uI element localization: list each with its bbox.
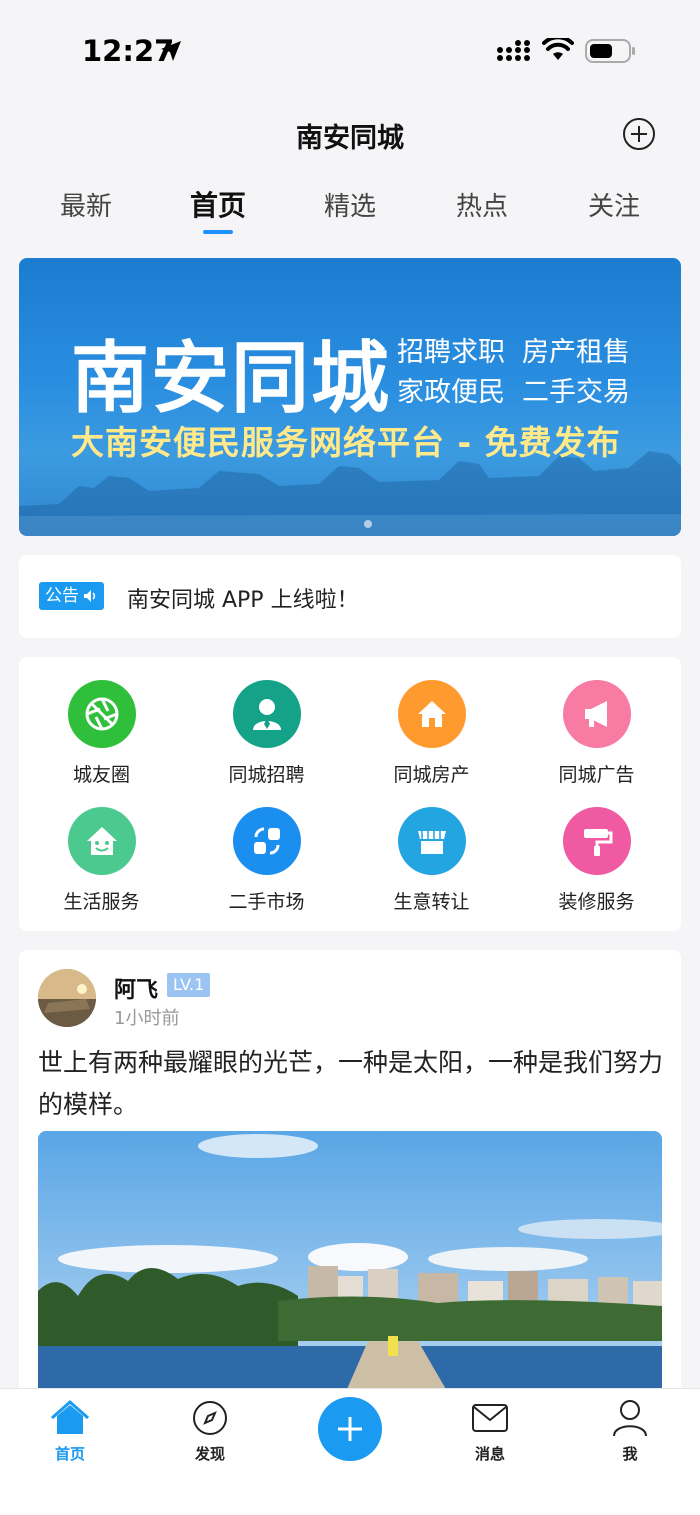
bottom-navigation: 首页 发现 消息 我 [0,1388,700,1515]
nav-profile[interactable]: 我 [590,1399,670,1464]
feed-post[interactable]: 阿飞 LV.1 1小时前 世上有两种最耀眼的光芒，一种是太阳，一种是我们努力的模… [19,950,681,1410]
exchange-icon [232,807,301,875]
post-author-name[interactable]: 阿飞 [114,972,158,1004]
grid-item-business-transfer[interactable]: 生意转让 [349,807,514,914]
nav-home[interactable]: 首页 [30,1399,110,1464]
tab-following[interactable]: 关注 [559,186,669,223]
nav-label: 消息 [474,1445,505,1463]
tab-hot[interactable]: 热点 [427,186,537,223]
user-icon [590,1399,670,1437]
grid-label: 二手市场 [228,891,305,913]
banner-tag: 二手交易 [522,377,630,408]
grid-label: 同城广告 [558,764,635,786]
grid-item-second-hand[interactable]: 二手市场 [184,807,349,914]
announcement-badge-label: 公告 [45,586,79,606]
tab-latest[interactable]: 最新 [31,186,141,223]
announcement-bar[interactable]: 公告 南安同城 APP 上线啦！ [19,555,681,638]
page-title: 南安同城 [296,123,404,154]
post-timestamp: 1小时前 [114,1008,180,1029]
grid-label: 同城招聘 [228,764,305,786]
mail-icon [450,1399,530,1437]
banner-tag: 房产租售 [522,337,630,368]
avatar[interactable] [38,969,96,1027]
add-circle-icon[interactable] [622,117,656,151]
grid-label: 装修服务 [558,891,635,913]
speaker-icon [84,590,96,602]
compass-icon [170,1399,250,1437]
grid-item-jobs[interactable]: 同城招聘 [184,680,349,787]
tab-featured[interactable]: 精选 [295,186,405,223]
grid-item-renovation[interactable]: 装修服务 [514,807,679,914]
announcement-text: 南安同城 APP 上线啦！ [127,588,359,613]
location-arrow-icon [161,41,181,61]
carousel-indicator [364,520,372,528]
wifi-icon [542,38,574,60]
publish-button[interactable] [318,1397,382,1461]
announcement-badge: 公告 [39,582,104,610]
aperture-icon [67,680,136,748]
cellular-signal-icon [497,40,530,61]
promo-banner[interactable]: 南安同城 招聘求职 房产租售 家政便民 二手交易 大南安便民服务网络平台 - 免… [19,258,681,536]
nav-messages[interactable]: 消息 [450,1399,530,1464]
person-icon [232,680,301,748]
post-photo[interactable] [38,1131,662,1410]
battery-icon [585,39,635,63]
smile-house-icon [67,807,136,875]
status-bar: 12:27 [0,0,700,100]
grid-item-real-estate[interactable]: 同城房产 [349,680,514,787]
megaphone-icon [562,680,631,748]
user-level-badge: LV.1 [167,973,211,997]
house-icon [397,680,466,748]
tab-home[interactable]: 首页 [163,184,273,224]
grid-label: 生活服务 [63,891,140,913]
home-icon [30,1399,110,1437]
nav-label: 首页 [54,1445,85,1463]
nav-label: 我 [622,1445,638,1463]
post-content: 世上有两种最耀眼的光芒，一种是太阳，一种是我们努力的模样。 [38,1048,664,1119]
banner-tag: 招聘求职 [397,337,505,368]
banner-tag: 家政便民 [397,377,505,408]
service-grid: 城友圈 同城招聘 同城房产 同城广告 生活服务 二手市场 生意转让 装修服务 [19,657,681,931]
grid-item-ads[interactable]: 同城广告 [514,680,679,787]
shop-icon [397,807,466,875]
grid-label: 城友圈 [72,764,130,786]
grid-item-city-circle[interactable]: 城友圈 [19,680,184,787]
grid-label: 同城房产 [393,764,470,786]
grid-label: 生意转让 [393,891,470,913]
grid-item-life-services[interactable]: 生活服务 [19,807,184,914]
plus-icon [338,1417,362,1441]
nav-discover[interactable]: 发现 [170,1399,250,1464]
banner-subtitle: 大南安便民服务网络平台 - 免费发布 [71,423,621,462]
nav-label: 发现 [194,1445,225,1463]
tab-indicator [203,230,233,234]
banner-title: 南安同城 [71,334,392,424]
paint-roller-icon [562,807,631,875]
top-tabs: 最新 首页 精选 热点 关注 [0,186,700,242]
